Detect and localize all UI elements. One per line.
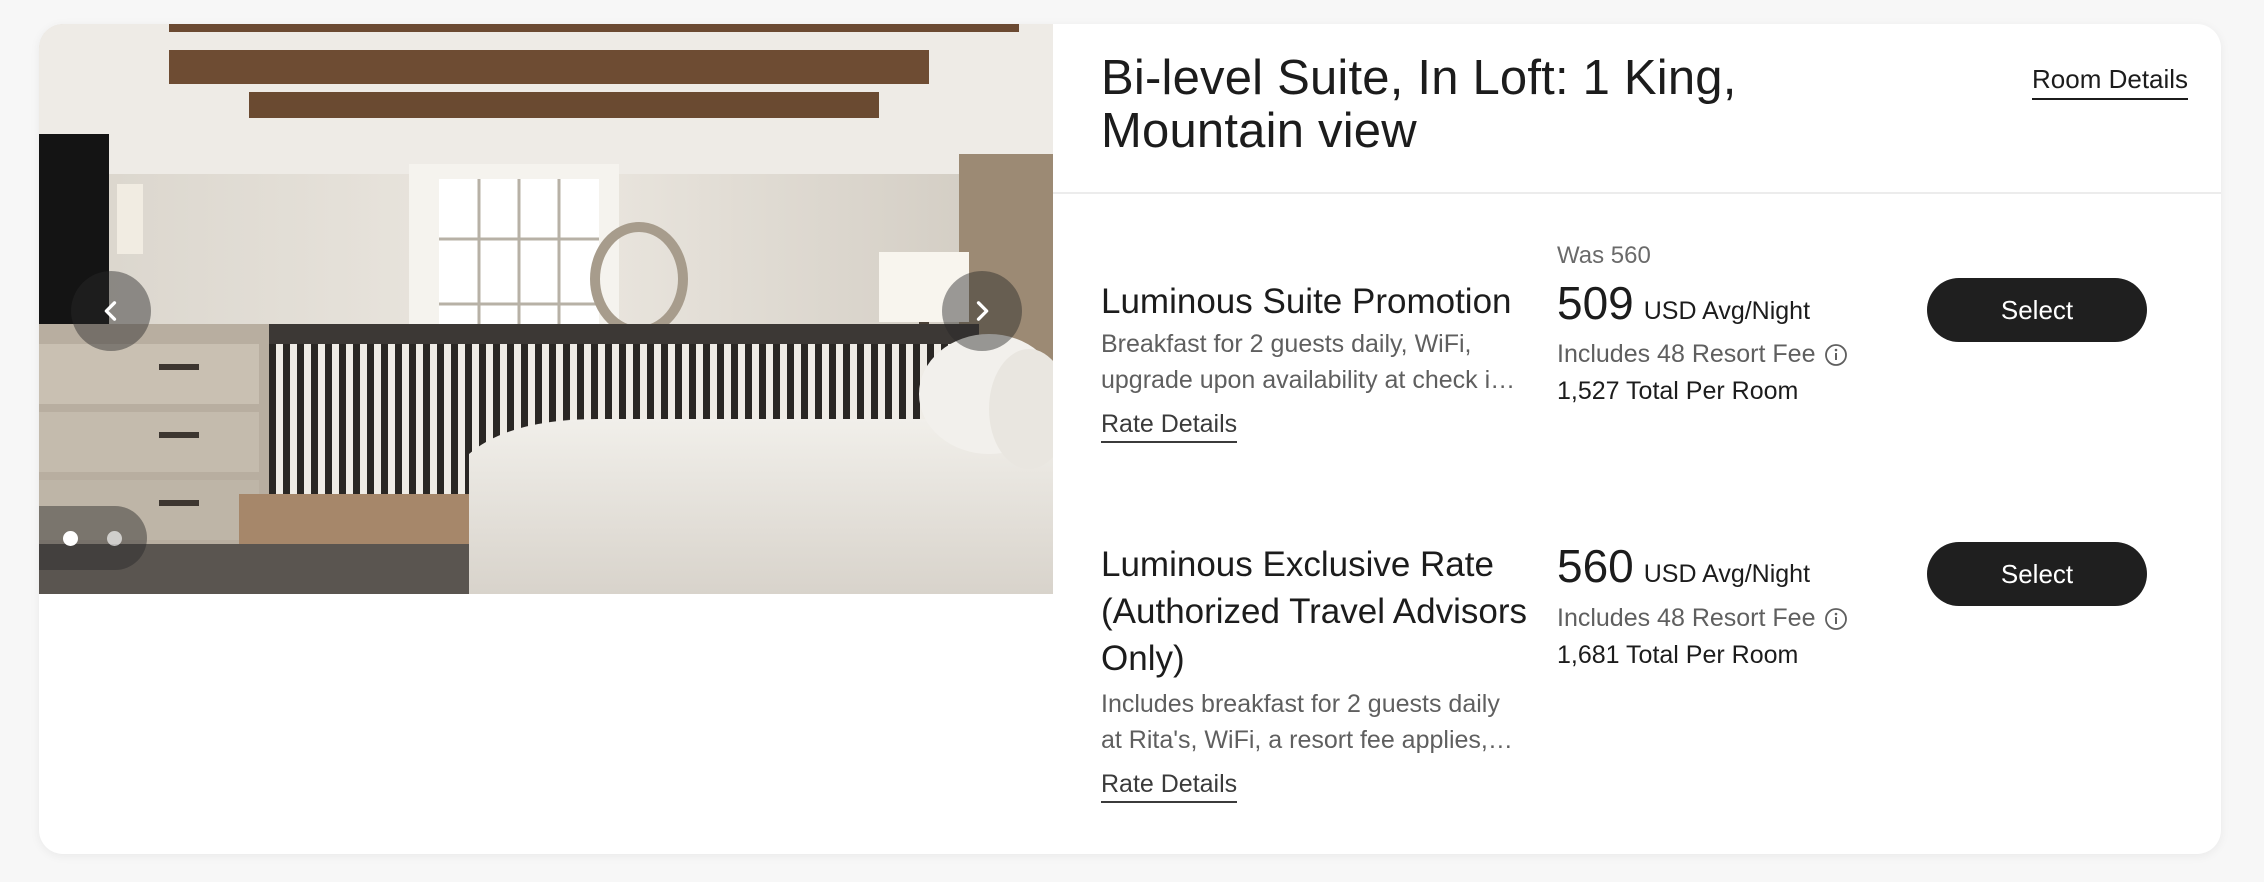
room-card: Bi-level Suite, In Loft: 1 King, Mountai… — [39, 24, 2221, 854]
rate-description: Breakfast for 2 guests daily, WiFi, upgr… — [1101, 330, 1511, 394]
total-per-room: 1,681 Total Per Room — [1557, 641, 1799, 669]
price: 560 USD Avg/Night — [1557, 539, 1810, 593]
divider — [1053, 192, 2221, 194]
info-icon[interactable] — [1824, 343, 1848, 367]
chevron-right-icon — [976, 301, 989, 321]
resort-fee: Includes 48 Resort Fee — [1557, 604, 1848, 633]
resort-fee: Includes 48 Resort Fee — [1557, 340, 1848, 369]
resort-fee-label: Includes 48 Resort Fee — [1557, 604, 1816, 632]
room-details-link[interactable]: Room Details — [2032, 64, 2189, 100]
select-button[interactable]: Select — [1927, 542, 2147, 606]
price-unit: USD Avg/Night — [1643, 297, 1811, 325]
resort-fee-label: Includes 48 Resort Fee — [1557, 340, 1816, 368]
rate-name: Luminous Suite Promotion — [1101, 282, 1512, 321]
select-button[interactable]: Select — [1927, 278, 2147, 342]
info-icon[interactable] — [1824, 607, 1848, 631]
price-unit: USD Avg/Night — [1643, 560, 1811, 588]
rate-description: Includes breakfast for 2 guests daily at… — [1101, 690, 1500, 754]
carousel-dot-2[interactable] — [107, 531, 122, 546]
total-per-room: 1,527 Total Per Room — [1557, 377, 1799, 405]
carousel-dot-1[interactable] — [63, 531, 78, 546]
carousel-pagination — [39, 506, 147, 570]
room-photo-carousel[interactable] — [39, 24, 1053, 594]
rate-details-link[interactable]: Rate Details — [1101, 410, 1238, 443]
chevron-left-icon — [104, 301, 117, 321]
price: 509 USD Avg/Night — [1557, 276, 1810, 330]
room-title: Bi-level Suite, In Loft: 1 King, Mountai… — [1101, 51, 1737, 158]
rate-name: Luminous Exclusive Rate (Authorized Trav… — [1101, 545, 1528, 678]
room-photo — [39, 24, 1053, 594]
was-price: Was 560 — [1557, 242, 1651, 269]
rate-details-link[interactable]: Rate Details — [1101, 770, 1238, 803]
price-amount: 509 — [1557, 277, 1634, 329]
carousel-prev-button[interactable] — [71, 271, 151, 351]
price-amount: 560 — [1557, 540, 1634, 592]
carousel-next-button[interactable] — [942, 271, 1022, 351]
